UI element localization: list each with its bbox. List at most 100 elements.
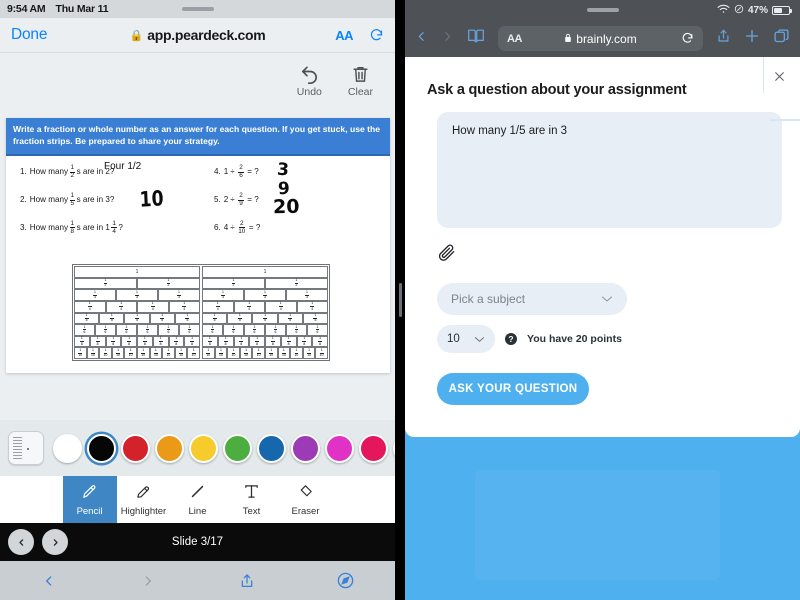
ask-your-question-button[interactable]: ASK YOUR QUESTION	[437, 373, 589, 405]
fraction-strip-cell: 13	[74, 289, 116, 301]
line-icon	[189, 483, 206, 503]
fraction-strip-cell: 1 10	[277, 347, 291, 359]
ask-question-sheet: Ask a question about your assignment How…	[405, 57, 800, 437]
q3-number: 3.	[20, 222, 27, 232]
fraction-strip-cell: 15	[302, 312, 329, 325]
color-swatch[interactable]	[189, 433, 218, 463]
reload-icon-right[interactable]	[681, 32, 694, 45]
fraction-strip-cell: 1 10	[202, 347, 215, 359]
question-mark-icon[interactable]: ?	[505, 333, 517, 345]
fraction-strip-cell: 18	[280, 335, 297, 348]
safari-compass-button[interactable]	[296, 571, 395, 590]
fraction-strips-diagram: 1121213131314141414151515151516161616161…	[72, 264, 330, 361]
color-swatch[interactable]	[325, 433, 354, 463]
share-icon-right[interactable]	[716, 27, 731, 50]
paperclip-icon[interactable]	[437, 243, 457, 263]
text-size-button[interactable]: AA	[335, 28, 353, 43]
address-bar[interactable]: AA brainly.com	[498, 26, 703, 51]
fraction-strip-row: 1 10 1 10 1 10 1 10 1 10 1 10 1 10 1 10 1 10 1 10	[202, 347, 328, 359]
fraction-strip-cell: 14	[296, 300, 328, 313]
tool-line[interactable]: Line	[171, 476, 225, 523]
done-button[interactable]: Done	[11, 26, 47, 44]
q3-pre: How many	[29, 222, 68, 232]
color-swatch[interactable]	[257, 433, 286, 463]
slide-canvas[interactable]: Write a fraction or whole number as an a…	[6, 118, 390, 373]
fraction-strip-cell: 14	[233, 300, 265, 313]
multitask-grabber-right[interactable]	[586, 8, 619, 12]
tool-text[interactable]: Text	[225, 476, 279, 523]
tool-pencil[interactable]: Pencil	[62, 476, 117, 523]
text-size-button-right[interactable]: AA	[507, 33, 522, 45]
question-3: 3. How many 1 8 s are in 1 1 4 ?	[20, 219, 123, 236]
screen: 9:54 AM Thu Mar 11 Done 🔒 app.peardeck.c…	[0, 0, 800, 600]
q6-fraction: 2 10	[238, 219, 246, 235]
slide-next-button[interactable]	[42, 529, 68, 555]
fraction-strip-cell: 15	[227, 312, 253, 325]
slide-navigation-bar: Slide 3/17	[0, 523, 395, 561]
slide-prev-button[interactable]	[8, 529, 34, 555]
status-date: Thu Mar 11	[55, 3, 109, 15]
fraction-strip-cell: 1 10	[174, 347, 188, 359]
ruler-icon[interactable]	[8, 431, 44, 465]
ios-status-bar-left: 9:54 AM Thu Mar 11	[0, 0, 395, 18]
safari-forward-icon	[441, 28, 454, 50]
subject-placeholder: Pick a subject	[451, 292, 526, 306]
tabs-icon[interactable]	[773, 28, 790, 50]
fraction-strip-cell: 13	[244, 289, 286, 301]
fraction-strip-row: 1212	[74, 277, 200, 290]
fraction-strip-cell: 1 10	[302, 347, 316, 359]
color-swatch[interactable]	[87, 433, 116, 463]
multitask-grabber[interactable]	[181, 7, 214, 11]
q2-post: s are in 3?	[76, 195, 115, 205]
safari-share-button[interactable]	[198, 571, 297, 591]
fraction-strip-cell: 16	[137, 324, 158, 336]
points-select[interactable]: 10	[437, 325, 495, 353]
fraction-strip-cell: 16	[74, 324, 95, 336]
q1-pre: How many	[29, 167, 68, 177]
fraction-strip-row: 1 10 1 10 1 10 1 10 1 10 1 10 1 10 1 10 1 10 1 10	[74, 347, 200, 359]
fraction-strip-row: 161616161616	[74, 324, 200, 336]
bookmarks-icon[interactable]	[467, 28, 485, 49]
points-message: You have 20 points	[527, 333, 622, 345]
fraction-strip-row: 1515151515	[202, 312, 329, 325]
subject-select[interactable]: Pick a subject	[437, 283, 627, 315]
points-value: 10	[447, 333, 460, 345]
fraction-strip-row: 14141414	[202, 300, 328, 313]
split-view-divider[interactable]	[395, 0, 405, 600]
fraction-strip-cell: 1 10	[86, 347, 100, 359]
question-5: 5. 2 ÷ 2 9 = ?	[214, 191, 260, 208]
fraction-strip-cell: 1 10	[214, 347, 228, 359]
fraction-strip-cell: 1 10	[252, 347, 265, 359]
fraction-strip-cell: 15	[124, 312, 150, 325]
fraction-strip-cell: 1 10	[315, 347, 328, 359]
q1-fraction: 1 2	[69, 163, 76, 180]
fraction-strip-cell: 15	[174, 312, 201, 325]
q3-mixed-fraction: 1 4	[111, 219, 117, 235]
fraction-strip-cell: 13	[286, 289, 328, 301]
clear-button[interactable]: Clear	[348, 64, 373, 98]
text-icon	[243, 483, 260, 503]
new-tab-icon[interactable]	[744, 28, 760, 49]
color-swatch[interactable]	[223, 433, 252, 463]
safari-back-button[interactable]	[0, 572, 99, 590]
undo-button[interactable]: Undo	[297, 64, 322, 98]
fraction-strip-cell: 1 10	[99, 347, 112, 359]
color-swatch[interactable]	[359, 433, 388, 463]
question-textarea[interactable]: How many 1/5 are in 3	[437, 112, 782, 228]
color-swatch[interactable]	[121, 433, 150, 463]
color-swatch[interactable]	[53, 433, 82, 463]
tool-eraser[interactable]: Eraser	[279, 476, 333, 523]
color-swatch[interactable]	[291, 433, 320, 463]
close-icon[interactable]	[768, 65, 790, 87]
split-view-drag-handle[interactable]	[398, 283, 402, 317]
color-swatch[interactable]	[155, 433, 184, 463]
safari-back-icon[interactable]	[415, 28, 428, 50]
tool-highlighter[interactable]: Highlighter	[117, 476, 171, 523]
q1-number: 1.	[20, 167, 27, 177]
reload-icon[interactable]	[369, 28, 384, 43]
fraction-strip-cell: 15	[149, 312, 175, 325]
sheet-title: Ask a question about your assignment	[427, 82, 687, 98]
q4-number: 4.	[214, 167, 221, 177]
q5-fraction: 2 9	[238, 191, 244, 208]
fraction-strip-cell: 18	[202, 335, 218, 348]
